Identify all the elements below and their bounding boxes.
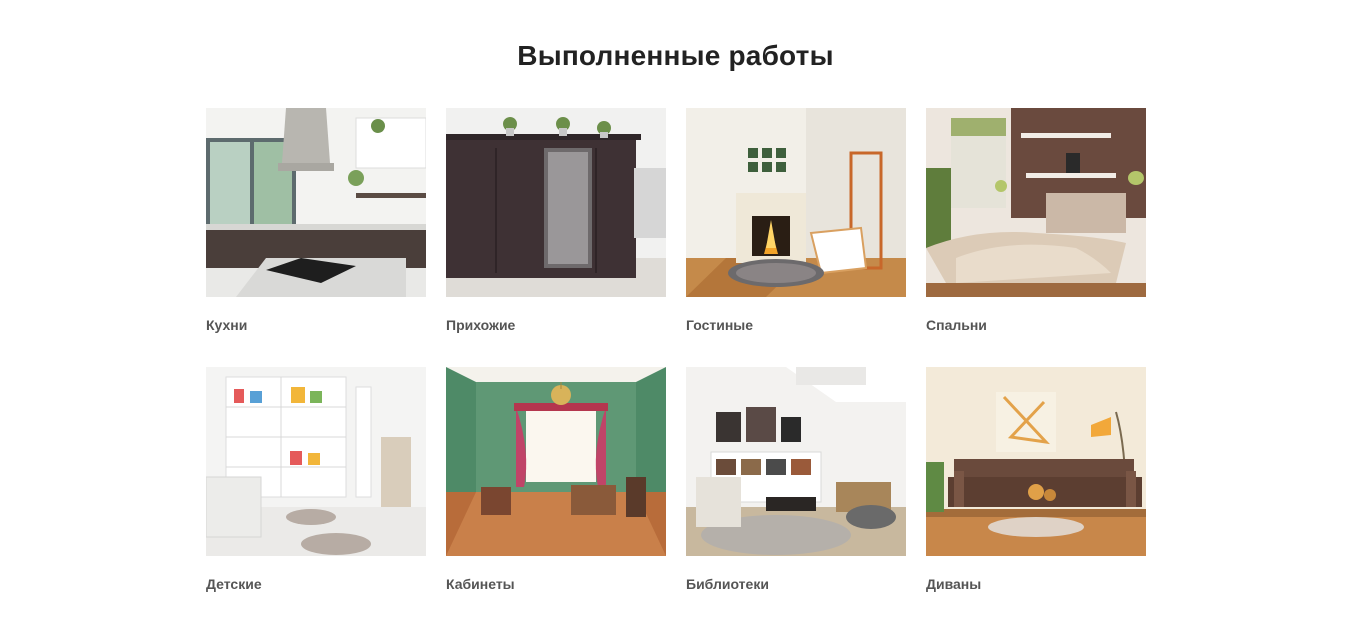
work-card-sofas[interactable]: Диваны bbox=[926, 367, 1146, 626]
work-card-hallways[interactable]: Прихожие bbox=[446, 108, 666, 367]
work-card-bedrooms[interactable]: Спальни bbox=[926, 108, 1146, 367]
work-card-label[interactable]: Кабинеты bbox=[446, 576, 666, 592]
section-title: Выполненные работы bbox=[517, 40, 834, 71]
work-card-kids-rooms[interactable]: Детские bbox=[206, 367, 426, 626]
sofa-photo[interactable] bbox=[926, 367, 1146, 556]
work-card-label[interactable]: Спальни bbox=[926, 317, 1146, 333]
kids-room-photo[interactable] bbox=[206, 367, 426, 556]
work-card-living-rooms[interactable]: Гостиные bbox=[686, 108, 906, 367]
library-photo[interactable] bbox=[686, 367, 906, 556]
completed-works-section: Выполненные работы Кухни Прихожие Гостин… bbox=[0, 0, 1351, 640]
work-card-studies[interactable]: Кабинеты bbox=[446, 367, 666, 626]
hallway-photo[interactable] bbox=[446, 108, 666, 297]
work-card-label[interactable]: Прихожие bbox=[446, 317, 666, 333]
work-card-label[interactable]: Гостиные bbox=[686, 317, 906, 333]
works-grid: Кухни Прихожие Гостиные Спальни Детские … bbox=[206, 108, 1146, 626]
work-card-label[interactable]: Библиотеки bbox=[686, 576, 906, 592]
work-card-label[interactable]: Диваны bbox=[926, 576, 1146, 592]
work-card-libraries[interactable]: Библиотеки bbox=[686, 367, 906, 626]
living-room-photo[interactable] bbox=[686, 108, 906, 297]
work-card-kitchens[interactable]: Кухни bbox=[206, 108, 426, 367]
work-card-label[interactable]: Кухни bbox=[206, 317, 426, 333]
work-card-label[interactable]: Детские bbox=[206, 576, 426, 592]
kitchen-photo[interactable] bbox=[206, 108, 426, 297]
study-photo[interactable] bbox=[446, 367, 666, 556]
bedroom-photo[interactable] bbox=[926, 108, 1146, 297]
